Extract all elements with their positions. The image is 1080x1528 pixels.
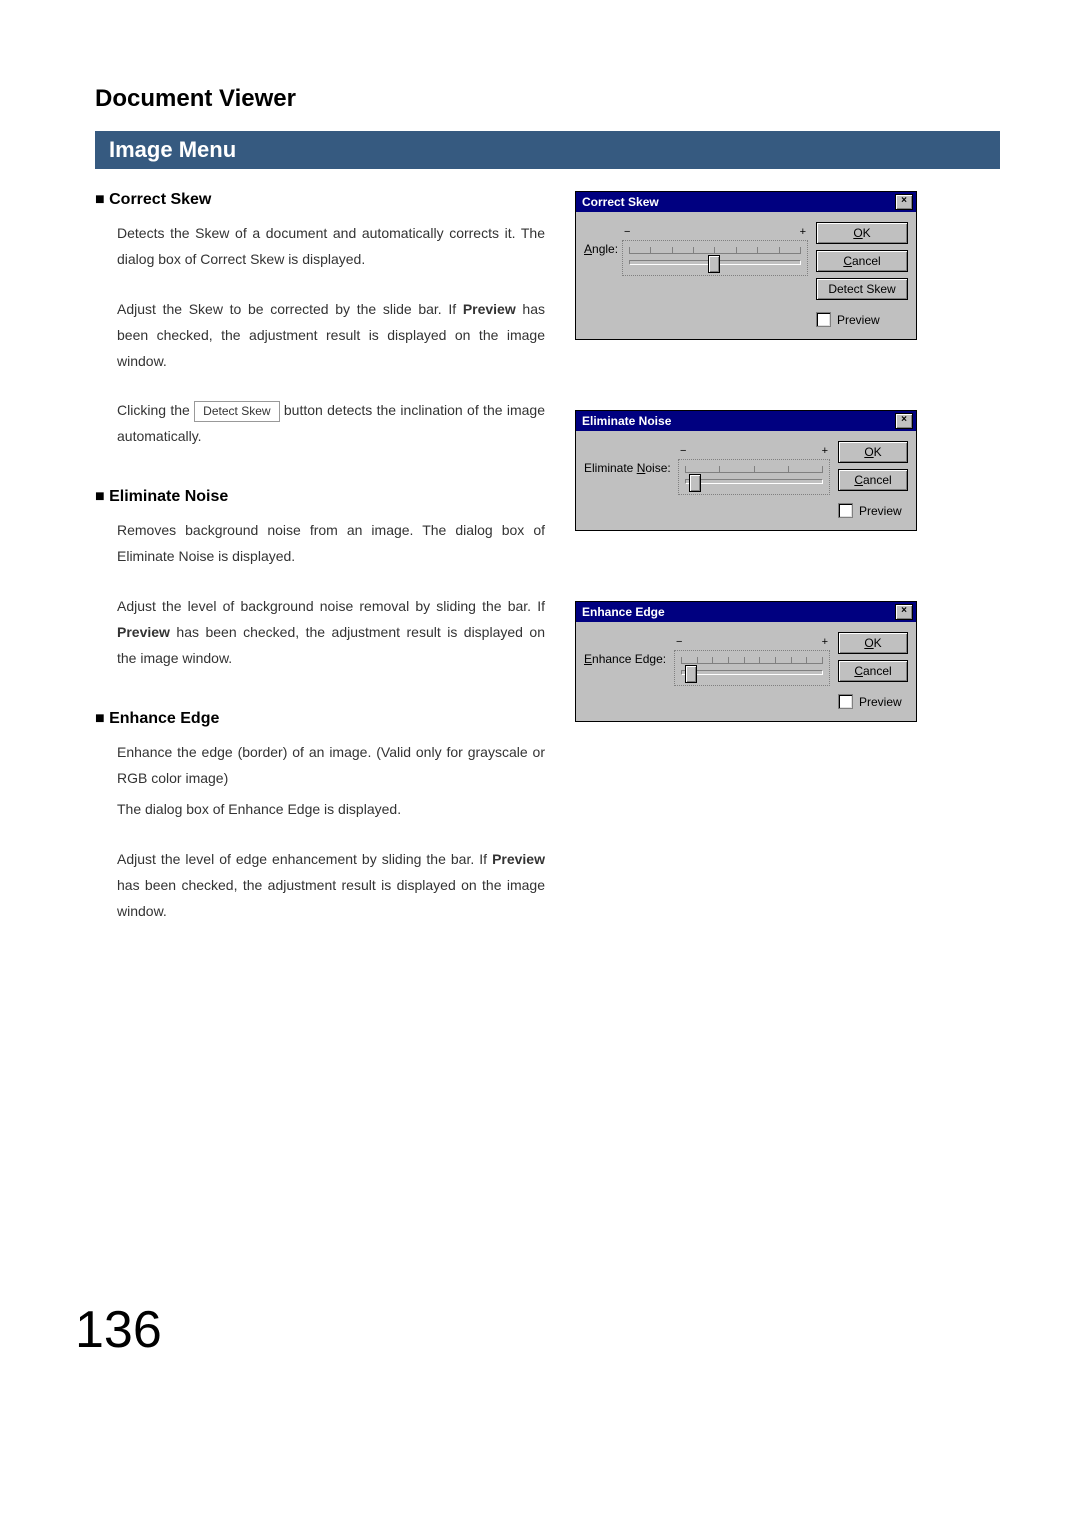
preview-checkbox[interactable]: Preview (816, 312, 908, 327)
plus-sign: + (822, 445, 828, 457)
ok-button[interactable]: OK (838, 632, 908, 654)
preview-label: Preview (859, 695, 902, 709)
para: Adjust the level of background noise rem… (117, 594, 545, 672)
title-text: Correct Skew (582, 195, 659, 209)
ok-button[interactable]: OK (816, 222, 908, 244)
ok-button[interactable]: OK (838, 441, 908, 463)
preview-checkbox[interactable]: Preview (838, 503, 908, 518)
minus-sign: − (624, 226, 630, 238)
page-number: 136 (75, 1300, 162, 1360)
slider-label: Enhance Edge: (584, 652, 670, 666)
checkbox-icon (816, 312, 831, 327)
slider[interactable] (674, 650, 830, 686)
close-icon[interactable]: × (895, 604, 913, 620)
section-correct-skew: Correct Skew Detects the Skew of a docum… (95, 191, 545, 450)
heading-eliminate-noise: Eliminate Noise (95, 488, 545, 506)
checkbox-icon (838, 503, 853, 518)
preview-label: Preview (859, 504, 902, 518)
title-text: Eliminate Noise (582, 414, 671, 428)
close-icon[interactable]: × (895, 413, 913, 429)
cancel-button[interactable]: Cancel (838, 660, 908, 682)
heading-correct-skew: Correct Skew (95, 191, 545, 209)
slider[interactable] (678, 459, 830, 495)
minus-sign: − (680, 445, 686, 457)
minus-sign: − (676, 636, 682, 648)
close-icon[interactable]: × (895, 194, 913, 210)
para: Adjust the level of edge enhancement by … (117, 847, 545, 925)
dialog-eliminate-noise: Eliminate Noise × Eliminate Noise: − + (575, 410, 917, 531)
para: Detects the Skew of a document and autom… (117, 221, 545, 273)
titlebar[interactable]: Eliminate Noise × (576, 411, 916, 431)
plus-sign: + (800, 226, 806, 238)
inline-button-detect-skew: Detect Skew (194, 401, 279, 422)
title-text: Enhance Edge (582, 605, 665, 619)
dialog-correct-skew: Correct Skew × Angle: − + (575, 191, 917, 340)
slider-label: Eliminate Noise: (584, 461, 674, 475)
dialog-enhance-edge: Enhance Edge × Enhance Edge: − + (575, 601, 917, 722)
section-enhance-edge: Enhance Edge Enhance the edge (border) o… (95, 710, 545, 925)
heading-enhance-edge: Enhance Edge (95, 710, 545, 728)
cancel-button[interactable]: Cancel (816, 250, 908, 272)
section-eliminate-noise: Eliminate Noise Removes background noise… (95, 488, 545, 671)
titlebar[interactable]: Enhance Edge × (576, 602, 916, 622)
detect-skew-button[interactable]: Detect Skew (816, 278, 908, 300)
slider-label: Angle: (584, 242, 618, 256)
para: Clicking the Detect Skew button detects … (117, 398, 545, 450)
text: Clicking the (117, 402, 194, 418)
preview-checkbox[interactable]: Preview (838, 694, 908, 709)
preview-label: Preview (837, 313, 880, 327)
section-band: Image Menu (95, 131, 1000, 169)
checkbox-icon (838, 694, 853, 709)
para: Removes background noise from an image. … (117, 518, 545, 570)
slider[interactable] (622, 240, 808, 276)
para: Enhance the edge (border) of an image. (… (117, 740, 545, 792)
plus-sign: + (822, 636, 828, 648)
cancel-button[interactable]: Cancel (838, 469, 908, 491)
doc-title: Document Viewer (95, 85, 1000, 113)
titlebar[interactable]: Correct Skew × (576, 192, 916, 212)
para: Adjust the Skew to be corrected by the s… (117, 297, 545, 375)
para: The dialog box of Enhance Edge is displa… (117, 797, 545, 823)
